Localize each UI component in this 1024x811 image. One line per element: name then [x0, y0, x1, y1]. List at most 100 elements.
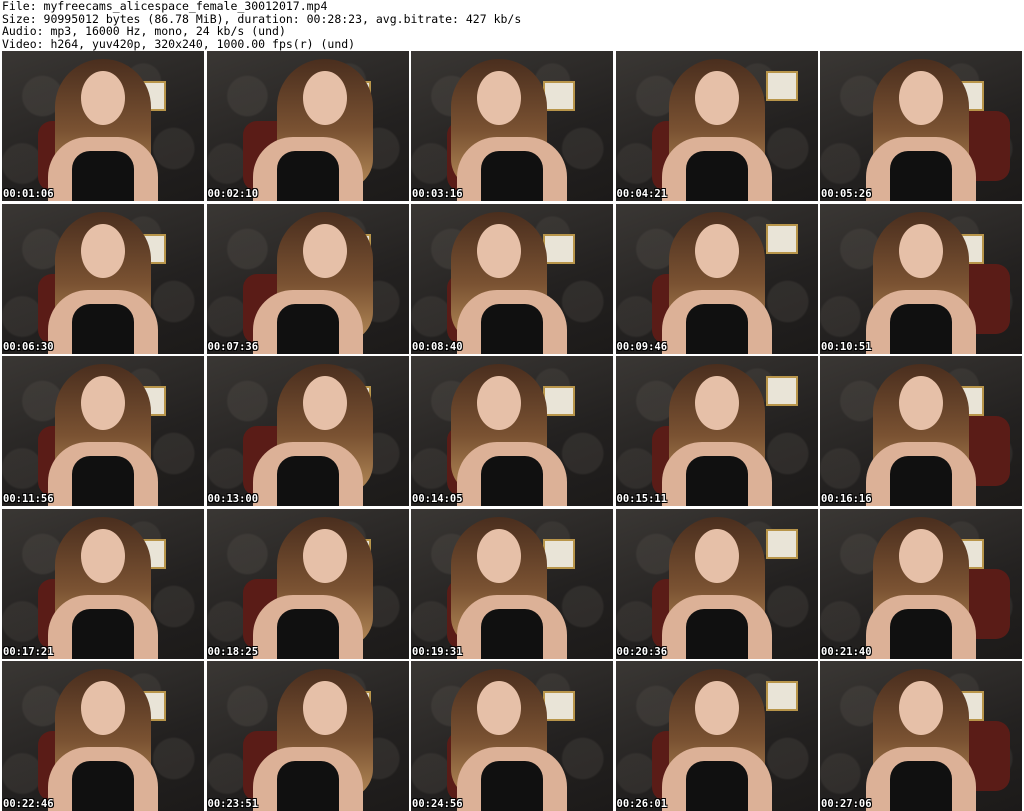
- thumbnail-grid: 00:01:06 00:02:10 00:03:16 00:04:21 00:05:26…: [2, 51, 1022, 811]
- wall-picture: [765, 376, 798, 406]
- person-face: [694, 376, 739, 430]
- frame-timestamp: 00:06:30: [3, 340, 54, 353]
- video-frame-thumbnail: 00:16:16: [820, 356, 1022, 506]
- person-top: [276, 456, 339, 506]
- wall-picture: [543, 81, 575, 111]
- person-face: [899, 71, 943, 125]
- person-face: [81, 71, 125, 125]
- person-face: [302, 528, 347, 583]
- video-frame-thumbnail: 00:10:51: [820, 203, 1022, 354]
- person-top: [890, 303, 952, 354]
- person-top: [276, 303, 339, 354]
- video-frame-thumbnail: 00:01:06: [2, 51, 204, 201]
- frame-timestamp: 00:03:16: [412, 188, 463, 200]
- wall-picture: [543, 386, 575, 416]
- person-top: [890, 456, 952, 506]
- person-top: [685, 303, 748, 354]
- frame-timestamp: 00:07:36: [207, 340, 259, 353]
- frame-timestamp: 00:20:36: [616, 645, 668, 658]
- video-frame-thumbnail: 00:18:25: [206, 508, 409, 659]
- video-frame-thumbnail: 00:21:40: [820, 508, 1022, 659]
- person-top: [685, 151, 748, 201]
- video-frame-thumbnail: 00:17:21: [2, 508, 204, 659]
- video-frame-thumbnail: 00:03:16: [411, 51, 613, 201]
- wall-picture: [765, 223, 798, 254]
- person-top: [72, 151, 134, 201]
- video-frame-thumbnail: 00:04:21: [615, 51, 818, 201]
- video-frame-thumbnail: 00:24:56: [411, 661, 613, 811]
- person-top: [481, 151, 543, 201]
- person-face: [302, 223, 347, 278]
- person-face: [899, 681, 943, 735]
- frame-timestamp: 00:11:56: [3, 493, 54, 505]
- person-top: [276, 151, 339, 201]
- wall-picture: [765, 71, 798, 101]
- person-face: [694, 681, 739, 735]
- person-face: [302, 681, 347, 735]
- frame-timestamp: 00:17:21: [3, 645, 54, 658]
- person-face: [694, 223, 739, 278]
- frame-timestamp: 00:14:05: [412, 493, 463, 505]
- wall-picture: [543, 233, 575, 264]
- person-face: [694, 71, 739, 125]
- video-frame-thumbnail: 00:26:01: [615, 661, 818, 811]
- person-face: [81, 223, 125, 278]
- frame-timestamp: 00:22:46: [3, 798, 54, 810]
- frame-timestamp: 00:02:10: [207, 188, 259, 200]
- person-face: [302, 71, 347, 125]
- frame-timestamp: 00:27:06: [821, 798, 872, 810]
- frame-timestamp: 00:23:51: [207, 798, 259, 810]
- wall-picture: [765, 681, 798, 711]
- person-face: [899, 376, 943, 430]
- frame-timestamp: 00:05:26: [821, 188, 872, 200]
- person-top: [890, 151, 952, 201]
- video-frame-thumbnail: 00:20:36: [615, 508, 818, 659]
- wall-picture: [543, 538, 575, 569]
- frame-timestamp: 00:21:40: [821, 645, 872, 658]
- person-face: [899, 528, 943, 583]
- person-top: [890, 761, 952, 811]
- file-name-line: File: myfreecams_alicespace_female_30012…: [2, 0, 328, 13]
- wall-picture: [543, 691, 575, 721]
- person-face: [302, 376, 347, 430]
- video-info-line: Video: h264, yuv420p, 320x240, 1000.00 f…: [2, 36, 356, 51]
- person-top: [72, 456, 134, 506]
- video-frame-thumbnail: 00:08:40: [411, 203, 613, 354]
- person-top: [72, 303, 134, 354]
- frame-timestamp: 00:08:40: [412, 340, 463, 353]
- video-frame-thumbnail: 00:23:51: [206, 661, 409, 811]
- person-face: [81, 681, 125, 735]
- video-frame-thumbnail: 00:14:05: [411, 356, 613, 506]
- person-top: [276, 761, 339, 811]
- wall-picture: [765, 528, 798, 559]
- person-top: [481, 303, 543, 354]
- person-face: [477, 681, 521, 735]
- video-frame-thumbnail: 00:02:10: [206, 51, 409, 201]
- video-frame-thumbnail: 00:06:30: [2, 203, 204, 354]
- video-frame-thumbnail: 00:19:31: [411, 508, 613, 659]
- person-face: [899, 223, 943, 278]
- person-face: [81, 528, 125, 583]
- frame-timestamp: 00:24:56: [412, 798, 463, 810]
- person-face: [81, 376, 125, 430]
- frame-timestamp: 00:09:46: [616, 340, 668, 353]
- video-frame-thumbnail: 00:22:46: [2, 661, 204, 811]
- person-top: [890, 608, 952, 659]
- person-top: [481, 608, 543, 659]
- video-frame-thumbnail: 00:27:06: [820, 661, 1022, 811]
- frame-timestamp: 00:19:31: [412, 645, 463, 658]
- person-top: [276, 608, 339, 659]
- frame-timestamp: 00:04:21: [616, 188, 668, 200]
- video-frame-thumbnail: 00:09:46: [615, 203, 818, 354]
- frame-timestamp: 00:15:11: [616, 493, 668, 505]
- person-top: [481, 761, 543, 811]
- audio-info-line: Audio: mp3, 16000 Hz, mono, 24 kb/s (und…: [2, 24, 286, 38]
- video-frame-thumbnail: 00:13:00: [206, 356, 409, 506]
- person-face: [477, 71, 521, 125]
- frame-timestamp: 00:18:25: [207, 645, 259, 658]
- frame-timestamp: 00:10:51: [821, 340, 872, 353]
- person-top: [685, 608, 748, 659]
- person-top: [685, 761, 748, 811]
- video-frame-thumbnail: 00:11:56: [2, 356, 204, 506]
- video-frame-thumbnail: 00:05:26: [820, 51, 1022, 201]
